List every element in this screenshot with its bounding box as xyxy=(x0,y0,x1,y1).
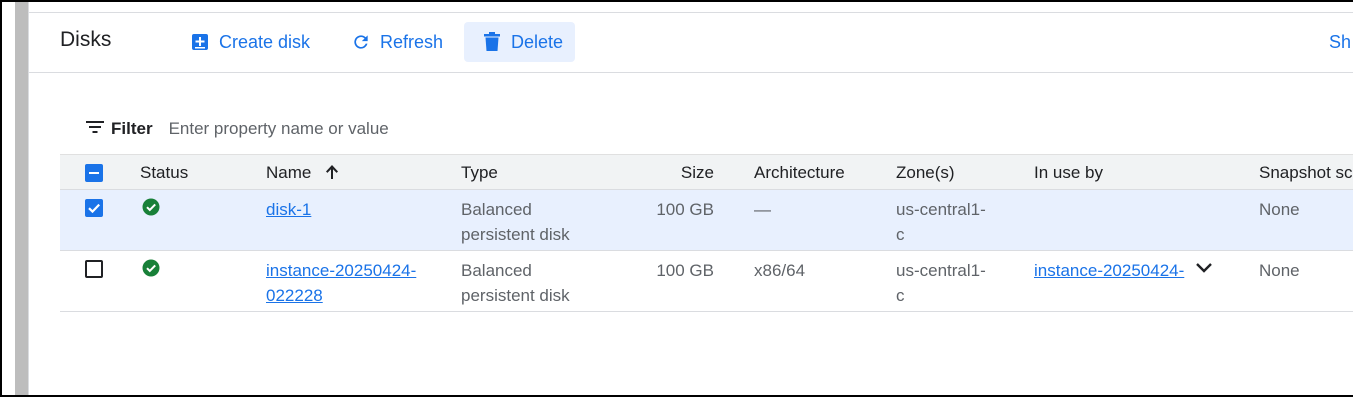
page-title: Disks xyxy=(60,28,112,51)
disk-name-link[interactable]: disk-1 xyxy=(266,197,311,222)
column-header-architecture[interactable]: Architecture xyxy=(754,160,845,185)
row-checkbox[interactable] xyxy=(85,199,103,217)
chevron-down-icon[interactable] xyxy=(1194,260,1214,276)
delete-label: Delete xyxy=(511,31,564,52)
disk-name-link[interactable]: instance-20250424- 022228 xyxy=(266,258,416,308)
disk-snapshot-schedule: None xyxy=(1259,200,1300,219)
add-box-icon xyxy=(189,31,211,53)
table-row[interactable]: instance-20250424- 022228 Balanced persis… xyxy=(60,251,1353,312)
disk-zone: us-central1- c xyxy=(896,261,986,305)
column-header-snapshot-schedule[interactable]: Snapshot sc xyxy=(1259,160,1353,185)
disk-architecture: x86/64 xyxy=(754,261,806,280)
filter-input[interactable] xyxy=(168,119,469,139)
refresh-button[interactable]: Refresh xyxy=(350,22,443,62)
column-header-in-use-by[interactable]: In use by xyxy=(1034,160,1103,185)
column-header-size[interactable]: Size xyxy=(620,160,714,185)
refresh-icon xyxy=(350,31,372,53)
in-use-by-link[interactable]: instance-20250424- xyxy=(1034,258,1184,283)
table-header-row: Status Name Type Size Architecture Zone(… xyxy=(60,154,1353,190)
checkmark-icon xyxy=(88,203,100,214)
arrow-up-icon[interactable] xyxy=(323,163,341,181)
select-all-checkbox[interactable] xyxy=(85,164,103,182)
show-info-panel-button[interactable]: Sh xyxy=(1329,22,1351,62)
create-disk-label: Create disk xyxy=(219,31,311,52)
disk-size: 100 GB xyxy=(656,200,714,219)
check-circle-icon xyxy=(142,259,160,277)
refresh-label: Refresh xyxy=(380,31,444,52)
check-circle-icon xyxy=(142,198,160,216)
disk-type: Balanced persistent disk xyxy=(461,261,570,305)
create-disk-button[interactable]: Create disk xyxy=(189,22,310,62)
left-scroll-bar[interactable] xyxy=(15,2,28,395)
filter-label: Filter xyxy=(111,119,153,138)
disk-snapshot-schedule: None xyxy=(1259,261,1300,280)
left-rail xyxy=(2,2,15,395)
table-row[interactable]: disk-1 Balanced persistent disk 100 GB — … xyxy=(60,190,1353,251)
disk-zone: us-central1- c xyxy=(896,200,986,244)
show-label: Sh xyxy=(1329,31,1352,52)
disk-size: 100 GB xyxy=(656,261,714,280)
row-checkbox[interactable] xyxy=(85,260,103,278)
disk-type: Balanced persistent disk xyxy=(461,200,570,244)
trash-icon xyxy=(481,31,503,53)
column-header-name[interactable]: Name xyxy=(266,160,311,185)
filter-list-icon xyxy=(85,119,105,140)
column-header-zones[interactable]: Zone(s) xyxy=(896,160,996,185)
toolbar: Disks Create disk Refresh Delete Sh xyxy=(29,13,1353,73)
column-header-status[interactable]: Status xyxy=(140,160,188,185)
filter-bar[interactable]: Filter xyxy=(85,116,469,142)
delete-button[interactable]: Delete xyxy=(464,22,575,62)
disk-architecture: — xyxy=(754,200,771,219)
column-header-type[interactable]: Type xyxy=(461,160,498,185)
